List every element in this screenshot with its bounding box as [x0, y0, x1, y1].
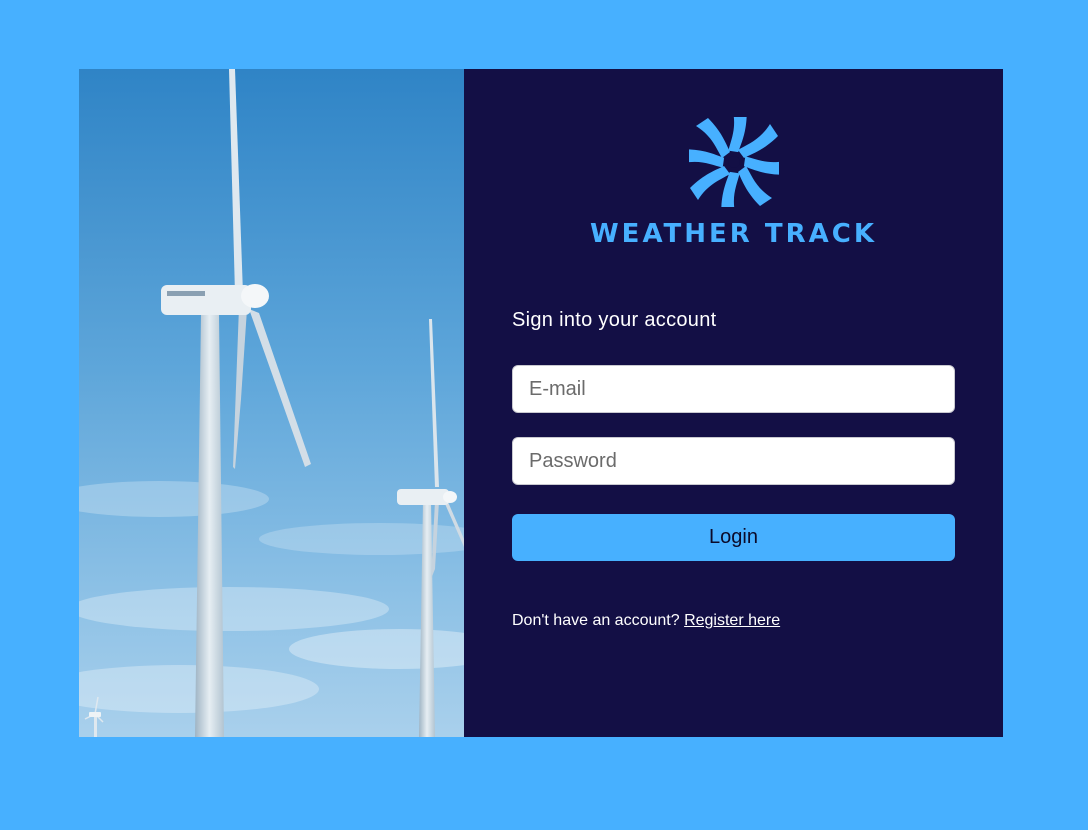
password-field[interactable]	[512, 437, 955, 485]
email-field[interactable]	[512, 365, 955, 413]
register-prompt: Don't have an account?	[512, 612, 680, 629]
brand-name: WEATHER TRACK	[590, 219, 877, 249]
login-button[interactable]: Login	[512, 514, 955, 561]
login-panel: WEATHER TRACK Sign into your account Log…	[464, 69, 1003, 737]
register-prompt-line: Don't have an account? Register here	[512, 612, 780, 630]
wind-turbines-photo	[79, 69, 464, 737]
login-heading: Sign into your account	[512, 309, 717, 331]
brand-logo: WEATHER TRACK	[464, 117, 1003, 249]
login-card: WEATHER TRACK Sign into your account Log…	[79, 69, 1003, 737]
register-link[interactable]: Register here	[684, 612, 780, 629]
swirl-logo-icon	[688, 117, 779, 207]
